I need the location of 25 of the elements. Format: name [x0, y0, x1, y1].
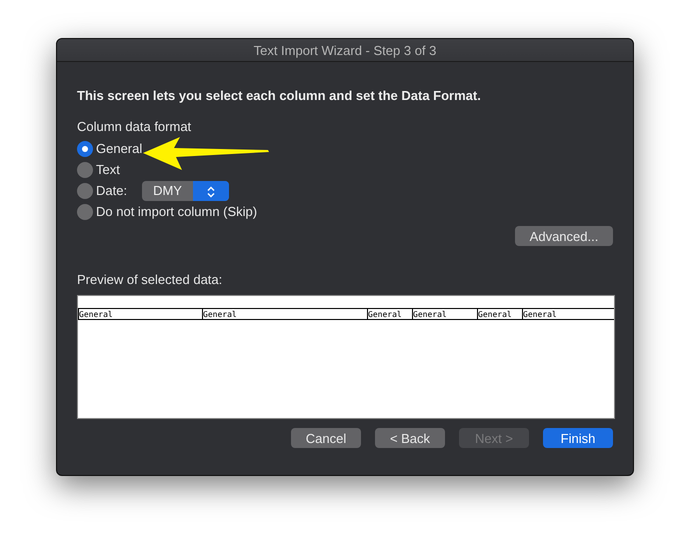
column-header[interactable]: General	[78, 309, 202, 319]
column-header[interactable]: General	[477, 309, 522, 319]
group-label: Column data format	[77, 119, 192, 134]
radio-button[interactable]	[77, 140, 93, 156]
column-header[interactable]: General	[412, 309, 477, 319]
window-title: Text Import Wizard - Step 3 of 3	[254, 42, 436, 58]
radio-label: General	[96, 141, 142, 156]
radio-label: Text	[96, 162, 120, 177]
dialog-button[interactable]: Finish	[543, 428, 613, 448]
radio-button[interactable]	[77, 204, 93, 220]
radio-label: Date:	[96, 183, 128, 198]
preview-label: Preview of selected data:	[77, 272, 224, 287]
format-dropdown[interactable]: DMY	[142, 180, 229, 200]
data-preview[interactable]: General General General General General General	[77, 295, 615, 419]
column-header[interactable]: General	[202, 309, 367, 319]
radio-button[interactable]	[77, 162, 93, 178]
radio-button[interactable]	[77, 182, 93, 198]
stepper-icon	[206, 186, 215, 198]
column-header[interactable]: General	[367, 309, 412, 319]
dialog-button[interactable]: < Back	[375, 428, 445, 448]
radio-label: Do not import column (Skip)	[96, 204, 258, 219]
column-header[interactable]: General	[522, 309, 614, 319]
dialog-button[interactable]: Cancel	[291, 428, 361, 448]
advanced-button[interactable]: Advanced...	[515, 226, 613, 246]
instruction-text: This screen lets you select each column and set the Data Format.	[77, 88, 482, 103]
